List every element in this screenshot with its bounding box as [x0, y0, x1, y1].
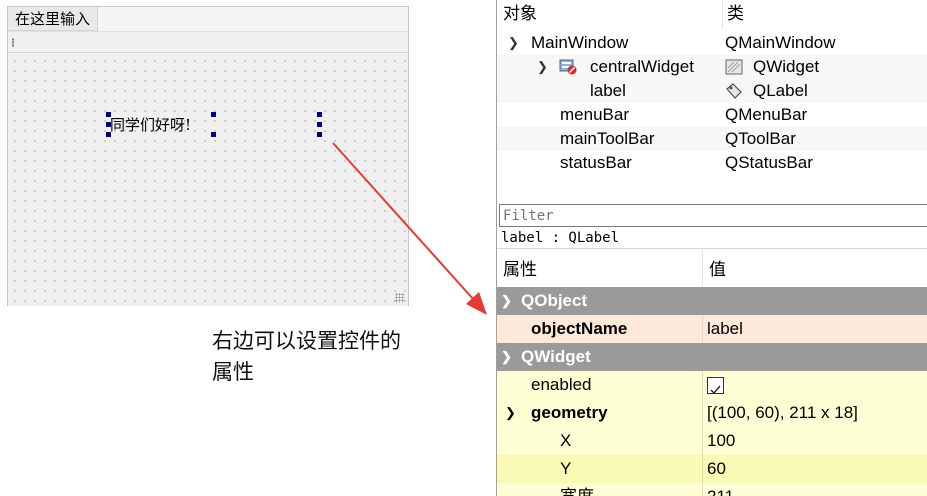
tree-row-label[interactable]: label QLabel	[497, 79, 927, 103]
value-separator	[702, 455, 703, 483]
property-value[interactable]: [(100, 60), 211 x 18]	[707, 399, 858, 427]
size-grip-icon[interactable]	[395, 293, 405, 303]
object-inspector: 对象 类 ❯ MainWindow QMainWindow ❯ centralW…	[497, 0, 927, 202]
property-row-x[interactable]: X 100	[497, 427, 927, 455]
tree-row-name: menuBar	[560, 105, 629, 124]
annotation-line-2: 属性	[212, 360, 254, 384]
tree-row-class: QMainWindow	[725, 33, 836, 52]
tree-row-class: QMenuBar	[725, 105, 808, 124]
label-widget[interactable]: 同学们好呀!	[110, 116, 216, 134]
tree-row-statusbar[interactable]: statusBar QStatusBar	[497, 151, 927, 175]
property-value[interactable]: 60	[707, 455, 726, 483]
chevron-down-icon[interactable]: ❯	[508, 31, 519, 55]
annotation-text: 右边可以设置控件的 属性	[212, 326, 452, 388]
checkmark-icon	[710, 385, 721, 395]
tree-row-name: MainWindow	[531, 33, 629, 52]
property-row-enabled[interactable]: enabled	[497, 371, 927, 399]
tree-row-name: statusBar	[560, 153, 632, 172]
tree-row-name: label	[590, 81, 626, 100]
property-filter-input[interactable]	[499, 204, 927, 227]
tree-row-mainwindow[interactable]: ❯ MainWindow QMainWindow	[497, 31, 927, 55]
right-panel: 对象 类 ❯ MainWindow QMainWindow ❯ centralW…	[496, 0, 927, 496]
selection-handle-middle-right[interactable]	[317, 122, 322, 127]
value-separator	[702, 427, 703, 455]
value-separator	[702, 371, 703, 399]
layout-broken-icon	[559, 59, 577, 75]
property-name: geometry	[531, 403, 608, 422]
chevron-down-icon[interactable]: ❯	[501, 343, 512, 371]
selection-handle-top-mid[interactable]	[211, 112, 216, 117]
tree-row-class: QToolBar	[725, 129, 796, 148]
property-row-y[interactable]: Y 60	[497, 455, 927, 483]
tree-row-class: QWidget	[753, 57, 820, 76]
property-name: 宽度	[560, 483, 594, 496]
tree-row-class: QStatusBar	[725, 153, 813, 172]
property-value[interactable]: 211	[707, 483, 734, 496]
value-separator	[702, 483, 703, 496]
label-tag-icon	[726, 83, 742, 99]
property-row-geometry[interactable]: ❯ geometry [(100, 60), 211 x 18]	[497, 399, 927, 427]
property-group-qwidget[interactable]: ❯ QWidget	[497, 343, 927, 371]
property-value[interactable]: 100	[707, 427, 735, 455]
value-separator	[702, 315, 703, 343]
selection-handle-top-right[interactable]	[317, 112, 322, 117]
property-group-qobject[interactable]: ❯ QObject	[497, 287, 927, 315]
property-group-name: QObject	[521, 291, 588, 310]
tree-row-name: centralWidget	[590, 57, 694, 76]
selection-handle-middle-left[interactable]	[106, 122, 111, 127]
property-name: objectName	[531, 319, 628, 338]
column-divider[interactable]	[702, 250, 703, 286]
tree-row-maintoolbar[interactable]: mainToolBar QToolBar	[497, 127, 927, 151]
selection-handle-top-left[interactable]	[106, 112, 111, 117]
property-name: enabled	[531, 375, 592, 394]
selection-handle-bottom-mid[interactable]	[211, 132, 216, 137]
property-row-width[interactable]: 宽度 211	[497, 483, 927, 496]
toolbar-handle-icon[interactable]	[12, 38, 14, 47]
property-name: Y	[560, 459, 572, 478]
class-column-header[interactable]: 类	[727, 0, 744, 28]
value-column-header[interactable]: 值	[709, 256, 726, 284]
property-column-header[interactable]: 属性	[503, 256, 537, 284]
column-divider[interactable]	[722, 0, 723, 28]
property-row-objectname[interactable]: objectName label	[497, 315, 927, 343]
property-editor-object-line: label : QLabel	[497, 228, 927, 249]
annotation-line-1: 右边可以设置控件的	[212, 329, 401, 353]
chevron-down-icon[interactable]: ❯	[537, 55, 548, 79]
menu-type-here-item[interactable]: 在这里输入	[8, 7, 99, 31]
property-name: X	[560, 431, 572, 450]
selection-handle-bottom-left[interactable]	[106, 132, 111, 137]
property-value[interactable]: label	[707, 315, 743, 343]
chevron-down-icon[interactable]: ❯	[501, 287, 512, 315]
form-toolbar	[8, 33, 408, 53]
designer-form: 在这里输入 同学们好呀!	[7, 6, 409, 306]
chevron-down-icon[interactable]: ❯	[505, 399, 516, 427]
widget-icon	[725, 59, 743, 75]
selection-handle-bottom-right[interactable]	[317, 132, 322, 137]
object-column-header[interactable]: 对象	[503, 0, 537, 28]
form-menubar: 在这里输入	[8, 7, 408, 32]
tree-row-centralwidget[interactable]: ❯ centralWidget QWidget	[497, 55, 927, 79]
enabled-checkbox[interactable]	[707, 377, 724, 395]
value-separator	[702, 399, 703, 427]
property-group-name: QWidget	[521, 347, 591, 366]
label-widget-text: 同学们好呀!	[110, 116, 192, 134]
form-canvas[interactable]: 同学们好呀!	[8, 54, 408, 306]
tree-row-menubar[interactable]: menuBar QMenuBar	[497, 103, 927, 127]
tree-row-name: mainToolBar	[560, 129, 655, 148]
tree-row-class: QLabel	[753, 81, 808, 100]
